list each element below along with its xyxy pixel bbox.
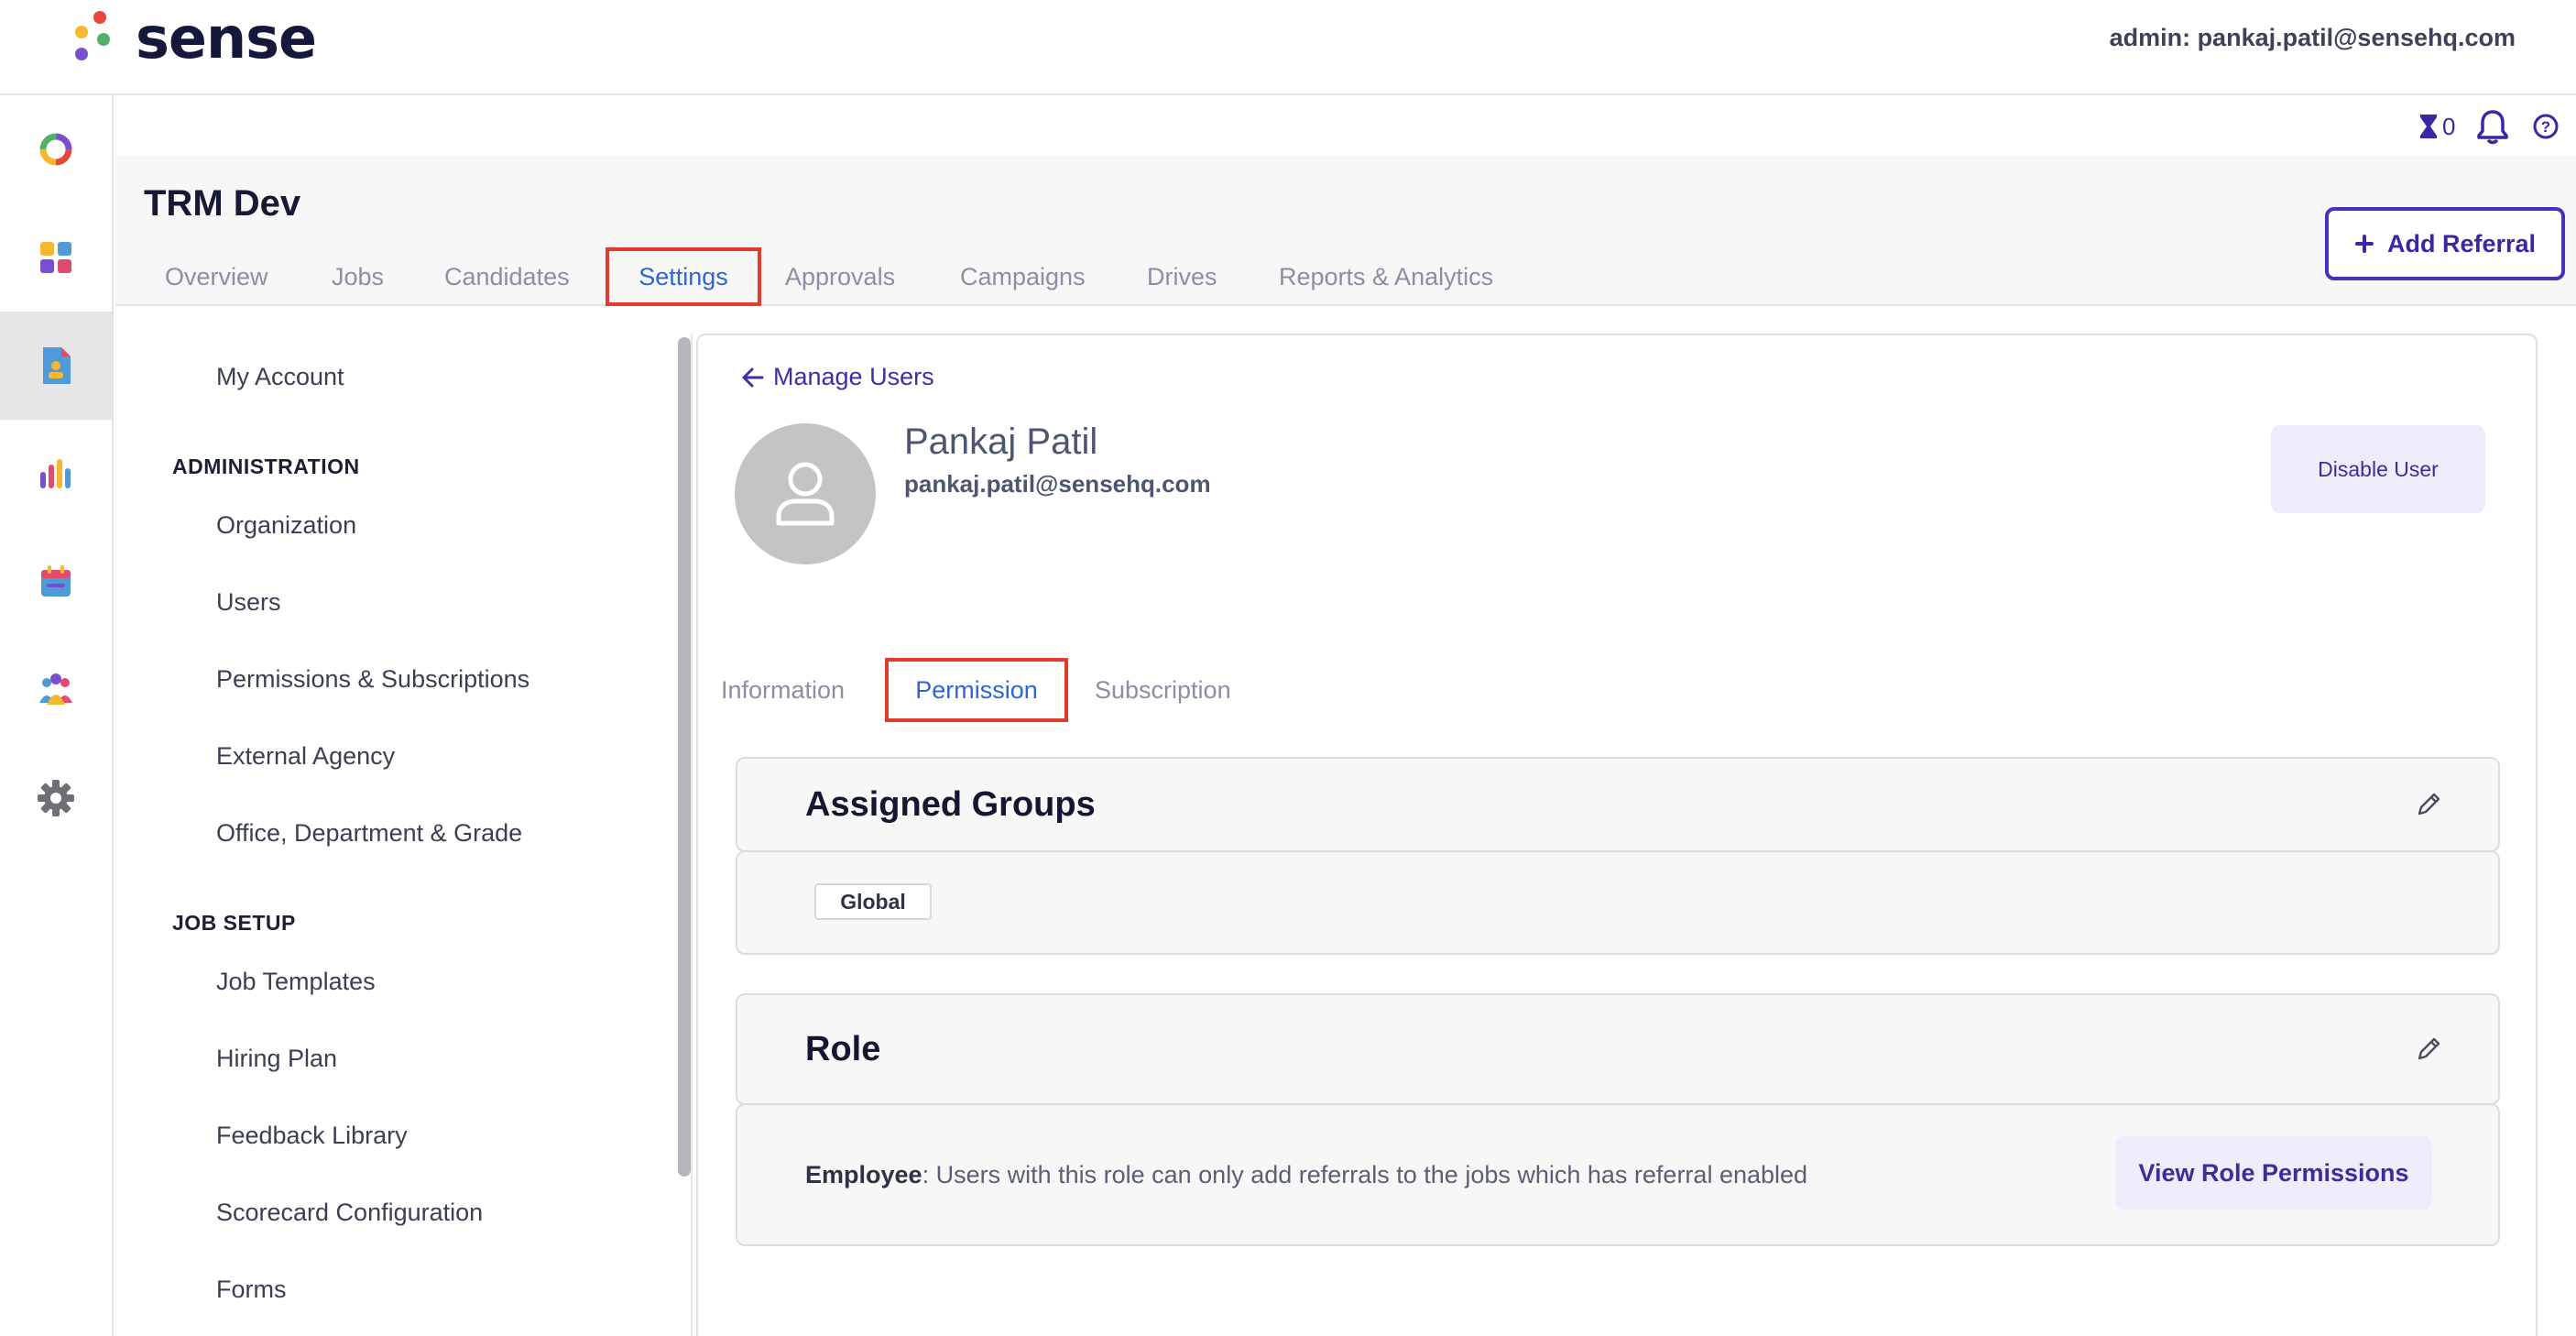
rail-apps[interactable] <box>0 203 112 312</box>
role-description: Employee: Users with this role can only … <box>805 1105 1807 1244</box>
bar-chart-icon <box>40 459 71 488</box>
assigned-groups-header: Assigned Groups <box>736 757 2500 852</box>
edit-pencil-icon[interactable] <box>2414 1035 2443 1064</box>
assigned-groups-title: Assigned Groups <box>805 785 1096 824</box>
rail-analytics[interactable] <box>0 420 112 528</box>
help-button[interactable]: ? <box>2532 108 2560 145</box>
subtab-subscription[interactable]: Subscription <box>1095 658 1231 722</box>
edit-pencil-icon[interactable] <box>2414 790 2443 819</box>
role-header: Role <box>736 993 2500 1105</box>
hourglass-icon <box>2420 115 2437 138</box>
sidebar-item-scorecard-configuration[interactable]: Scorecard Configuration <box>216 1199 483 1227</box>
arrow-left-icon <box>742 367 764 387</box>
rail-dashboard[interactable] <box>0 95 112 203</box>
tab-approvals[interactable]: Approvals <box>785 247 895 306</box>
subtab-information[interactable]: Information <box>721 658 845 722</box>
apps-grid-icon <box>40 242 71 273</box>
tab-settings[interactable]: Settings <box>606 247 761 306</box>
sidebar-item-external-agency[interactable]: External Agency <box>216 742 395 771</box>
assigned-groups-body: Global <box>736 850 2500 955</box>
sidebar-item-permissions-subscriptions[interactable]: Permissions & Subscriptions <box>216 665 529 694</box>
tab-candidates[interactable]: Candidates <box>444 247 570 306</box>
user-placeholder-icon <box>776 462 835 526</box>
document-user-icon <box>43 347 71 384</box>
calendar-icon <box>41 565 71 597</box>
rail-referrals[interactable] <box>0 312 112 420</box>
view-role-permissions-button[interactable]: View Role Permissions <box>2115 1136 2432 1210</box>
page-title: TRM Dev <box>144 183 301 224</box>
bell-icon <box>2477 110 2508 145</box>
rail-people[interactable] <box>0 636 112 744</box>
sidebar-item-users[interactable]: Users <box>216 588 281 617</box>
sense-logo[interactable]: sense <box>71 5 317 71</box>
tab-overview[interactable]: Overview <box>165 247 268 306</box>
add-referral-label: Add Referral <box>2386 229 2537 257</box>
brand-name: sense <box>136 5 317 71</box>
sidebar-item-organization[interactable]: Organization <box>216 511 356 540</box>
tab-campaigns[interactable]: Campaigns <box>960 247 1086 306</box>
role-name: Employee <box>805 1161 922 1188</box>
plus-icon <box>2354 235 2374 253</box>
people-group-icon <box>39 673 72 705</box>
sidebar-item-office-department-grade[interactable]: Office, Department & Grade <box>216 819 522 848</box>
rail-calendar[interactable] <box>0 528 112 636</box>
svg-text:?: ? <box>2541 118 2550 136</box>
role-body: Employee: Users with this role can only … <box>736 1103 2500 1246</box>
donut-logo-icon <box>39 133 72 166</box>
top-bar: sense admin: pankaj.patil@sensehq.com <box>0 0 2576 95</box>
notifications-button[interactable] <box>2475 108 2510 145</box>
user-name: Pankaj Patil <box>904 422 1098 462</box>
disable-user-button[interactable]: Disable User <box>2271 425 2485 513</box>
sidebar-item-feedback-library[interactable]: Feedback Library <box>216 1122 408 1150</box>
sidebar-heading-job-setup: JOB SETUP <box>172 911 296 935</box>
sidebar-heading-administration: ADMINISTRATION <box>172 454 360 478</box>
avatar <box>735 423 876 564</box>
app-icon-rail <box>0 95 114 1336</box>
logo-dots-icon <box>71 7 114 70</box>
sidebar-scrollbar-thumb[interactable] <box>678 337 691 1177</box>
sidebar-item-my-account[interactable]: My Account <box>216 363 344 391</box>
manage-users-label: Manage Users <box>773 363 934 390</box>
settings-sidebar: My Account ADMINISTRATION Organization U… <box>115 308 669 1336</box>
user-email: pankaj.patil@sensehq.com <box>904 470 1211 498</box>
gear-icon <box>38 780 74 816</box>
rail-settings[interactable] <box>0 744 112 852</box>
help-circle-icon: ? <box>2533 114 2559 139</box>
group-chip: Global <box>814 883 932 920</box>
admin-account-label[interactable]: admin: pankaj.patil@sensehq.com <box>2110 24 2516 52</box>
manage-users-back-link[interactable]: Manage Users <box>740 363 934 391</box>
role-title: Role <box>805 1030 881 1068</box>
tab-drives[interactable]: Drives <box>1147 247 1217 306</box>
role-description-text: : Users with this role can only add refe… <box>922 1161 1808 1188</box>
sidebar-item-job-templates[interactable]: Job Templates <box>216 968 376 996</box>
subtab-permission[interactable]: Permission <box>885 658 1068 722</box>
sidebar-item-forms[interactable]: Forms <box>216 1276 287 1304</box>
add-referral-button[interactable]: Add Referral <box>2325 207 2565 280</box>
sidebar-item-hiring-plan[interactable]: Hiring Plan <box>216 1045 337 1073</box>
tab-reports-analytics[interactable]: Reports & Analytics <box>1279 247 1493 306</box>
tab-jobs[interactable]: Jobs <box>332 247 384 306</box>
queue-count: 0 <box>2442 112 2456 140</box>
queue-indicator[interactable]: 0 <box>2418 108 2455 145</box>
